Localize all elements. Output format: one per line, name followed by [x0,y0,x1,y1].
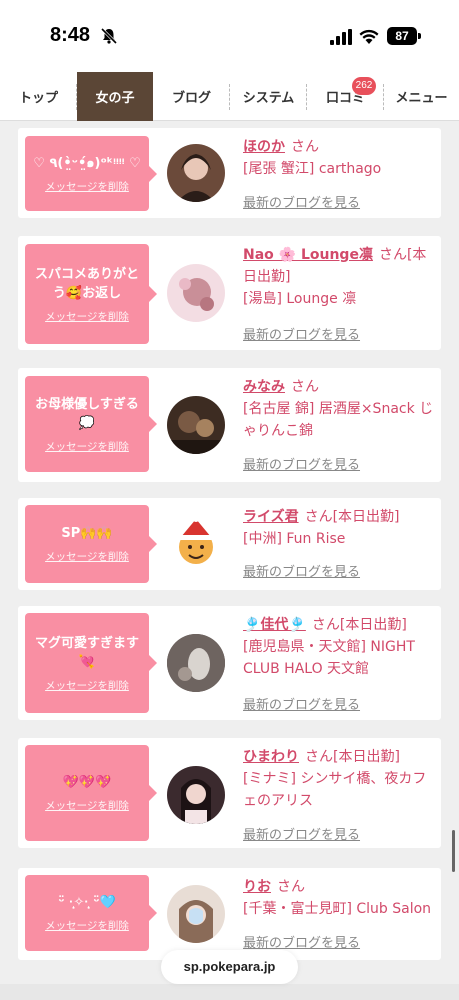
honorific: さん [277,879,305,895]
delete-message-link[interactable]: メッセージを削除 [45,439,129,454]
message-text: スパコメありがとう🥰お返し [34,266,139,301]
honorific: さん [378,247,407,263]
message-text: SP🙌🙌 [61,526,113,541]
tab-blog[interactable]: ブログ [153,72,230,121]
girl-info: りお さん [千葉・富士見町] Club Salon [243,876,435,920]
latest-blog-link[interactable]: 最新のブログを見る [243,192,360,211]
tab-girls[interactable]: 女の子 [77,72,153,121]
message-bubble: ᵕ̈ ·̩͙✧·̩͙ ᵕ̈🩵 メッセージを削除 [25,875,157,951]
battery-tip [418,33,421,39]
delete-message-link[interactable]: メッセージを削除 [45,678,129,693]
latest-blog-link[interactable]: 最新のブログを見る [243,324,360,343]
girl-info: Nao 🌸 Lounge凛 さん[本日出勤] [湯島] Lounge 凛 [243,244,435,310]
message-bubble: スパコメありがとう🥰お返し メッセージを削除 [25,244,157,344]
cellular-signal-icon [330,29,352,45]
delete-message-link[interactable]: メッセージを削除 [45,309,129,324]
message-bubble: ♡ ٩(•̤̀ᵕ•̤́๑)ᵒᵏᵎᵎᵎᵎ ♡ メッセージを削除 [25,136,157,211]
avatar[interactable] [167,766,225,824]
message-text: ᵕ̈ ·̩͙✧·̩͙ ᵕ̈🩵 [58,895,116,910]
girl-name-link[interactable]: ライズ君 [243,509,299,525]
message-bubble: 💖💖💖 メッセージを削除 [25,745,157,841]
address-bar[interactable]: sp.pokepara.jp [161,950,298,984]
bell-muted-icon [100,27,118,45]
honorific: さん [305,749,333,765]
latest-blog-link[interactable]: 最新のブログを見る [243,694,360,713]
list-item: お母様優しすぎる💭 メッセージを削除 みなみ さん [名古屋 錦] 居酒屋×Sna… [18,368,441,482]
tab-label: トップ [18,91,58,106]
message-text: ♡ ٩(•̤̀ᵕ•̤́๑)ᵒᵏᵎᵎᵎᵎ ♡ [33,155,141,171]
list-item: ᵕ̈ ·̩͙✧·̩͙ ᵕ̈🩵 メッセージを削除 りお さん [千葉・富士見町] C… [18,868,441,960]
tab-label: 女の子 [95,91,135,106]
girl-name-link[interactable]: ひまわり [243,749,299,765]
reviews-count-badge: 262 [352,77,376,95]
girl-info: ひまわり さん[本日出勤] [ミナミ] シンサイ橋、夜カフェのアリス [243,746,435,812]
list-item: 💖💖💖 メッセージを削除 ひまわり さん[本日出勤] [ミナミ] シンサイ橋、夜カ… [18,738,441,848]
honorific: さん [291,139,319,155]
shop-name[interactable]: [尾張 蟹江] carthago [243,158,435,180]
bottom-toolbar [0,984,459,1000]
message-bubble: お母様優しすぎる💭 メッセージを削除 [25,376,157,472]
shop-name[interactable]: [湯島] Lounge 凛 [243,288,435,310]
battery-indicator: 87 [387,27,417,45]
shop-name[interactable]: [ミナミ] シンサイ橋、夜カフェのアリス [243,768,435,812]
shop-name[interactable]: [鹿児島県・天文館] NIGHT CLUB HALO 天文館 [243,636,435,680]
avatar[interactable] [167,634,225,692]
tab-top[interactable]: トップ [0,72,77,121]
honorific: さん [311,617,340,633]
list-item: スパコメありがとう🥰お返し メッセージを削除 Nao 🌸 Lounge凛 さん[本… [18,236,441,350]
latest-blog-link[interactable]: 最新のブログを見る [243,824,360,843]
avatar[interactable] [167,264,225,322]
girl-name-link[interactable]: りお [243,879,271,895]
latest-blog-link[interactable]: 最新のブログを見る [243,561,360,580]
girl-name-link[interactable]: 🎐佳代🎐 [243,617,306,633]
avatar[interactable] [167,144,225,202]
latest-blog-link[interactable]: 最新のブログを見る [243,454,360,473]
shop-name[interactable]: [中洲] Fun Rise [243,528,435,550]
delete-message-link[interactable]: メッセージを削除 [45,549,129,564]
delete-message-link[interactable]: メッセージを削除 [45,179,129,194]
wifi-icon [359,29,379,44]
list-item: マグ可愛すぎます💘 メッセージを削除 🎐佳代🎐 さん[本日出勤] [鹿児島県・天文… [18,606,441,720]
girl-name-link[interactable]: ほのか [243,139,285,155]
avatar[interactable] [167,885,225,943]
tab-menu[interactable]: メニュー [384,72,459,121]
girl-name-link[interactable]: Nao 🌸 Lounge凛 [243,247,373,263]
girl-info: ほのか さん [尾張 蟹江] carthago [243,136,435,180]
shop-name[interactable]: [千葉・富士見町] Club Salon [243,898,435,920]
status-time: 8:48 [50,24,91,46]
delete-message-link[interactable]: メッセージを削除 [45,918,129,933]
message-bubble: マグ可愛すぎます💘 メッセージを削除 [25,613,157,713]
girl-name-link[interactable]: みなみ [243,379,285,395]
top-nav-tabs: トップ 女の子 ブログ システム 口コミ メニュー [0,72,459,121]
tab-system[interactable]: システム [230,72,307,121]
status-bar: 8:48 87 [0,0,459,72]
avatar[interactable] [167,515,225,573]
honorific: さん [304,509,333,525]
message-text: マグ可愛すぎます💘 [34,635,139,670]
girl-info: 🎐佳代🎐 さん[本日出勤] [鹿児島県・天文館] NIGHT CLUB HALO … [243,614,435,680]
latest-blog-link[interactable]: 最新のブログを見る [243,932,360,951]
delete-message-link[interactable]: メッセージを削除 [45,798,129,813]
message-text: 💖💖💖 [62,775,112,790]
message-bubble: SP🙌🙌 メッセージを削除 [25,505,157,583]
girl-info: みなみ さん [名古屋 錦] 居酒屋×Snack じゃりんこ錦 [243,376,435,442]
work-status: [本日出勤] [339,617,407,633]
list-item: ♡ ٩(•̤̀ᵕ•̤́๑)ᵒᵏᵎᵎᵎᵎ ♡ メッセージを削除 ほのか さん [尾張… [18,128,441,218]
girl-info: ライズ君 さん[本日出勤] [中洲] Fun Rise [243,506,435,550]
shop-name[interactable]: [名古屋 錦] 居酒屋×Snack じゃりんこ錦 [243,398,435,442]
list-item: SP🙌🙌 メッセージを削除 ライズ君 さん[本日出勤] [中洲] Fun Rise… [18,498,441,590]
scrollbar[interactable] [452,830,455,872]
work-status: [本日出勤] [332,509,400,525]
honorific: さん [291,379,319,395]
work-status: [本日出勤] [333,749,400,765]
tab-label: ブログ [171,91,211,106]
message-text: お母様優しすぎる💭 [35,396,139,431]
tab-label: メニュー [395,91,448,106]
avatar[interactable] [167,396,225,454]
tab-label: システム [242,91,295,106]
